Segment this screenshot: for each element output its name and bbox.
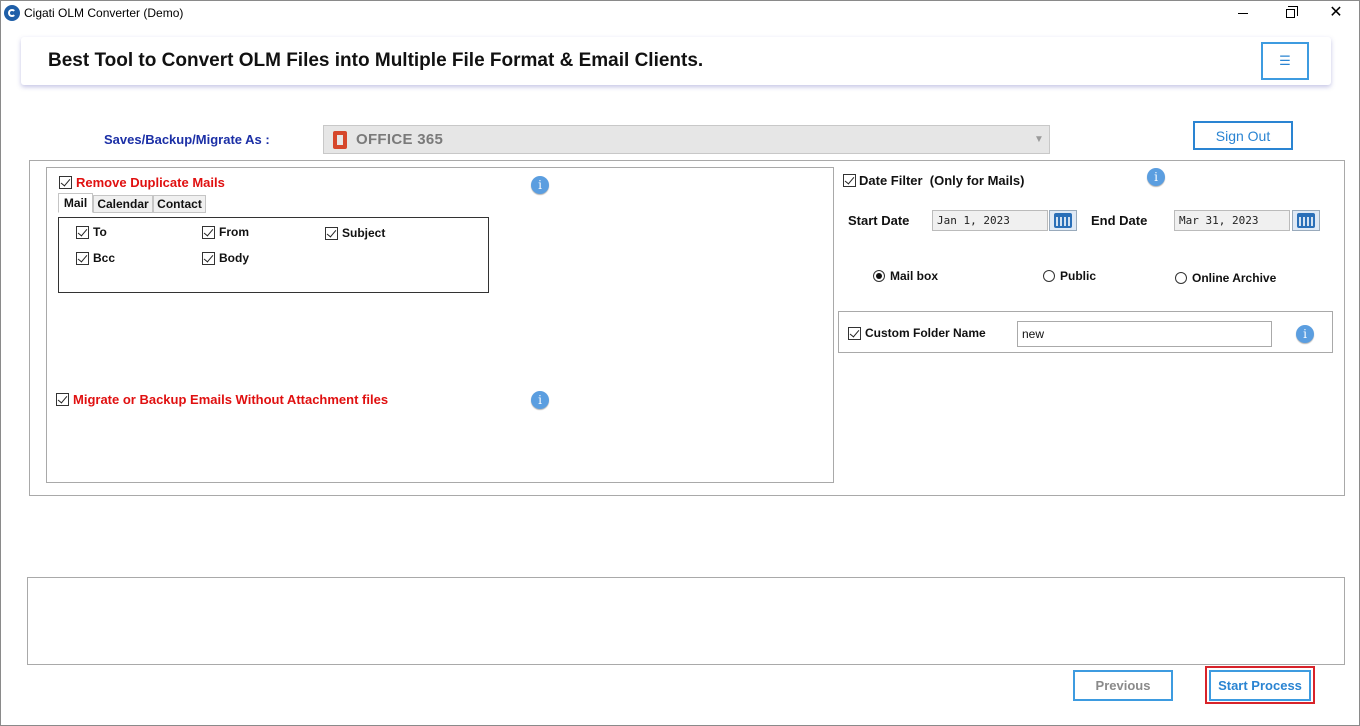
calendar-icon xyxy=(1054,213,1072,228)
field-to-label: To xyxy=(93,225,107,239)
end-date-input[interactable]: Mar 31, 2023 xyxy=(1174,210,1290,231)
app-logo-icon xyxy=(4,5,20,21)
hamburger-icon: ☰ xyxy=(1279,53,1291,68)
end-date-calendar-button[interactable] xyxy=(1292,210,1320,231)
maximize-button[interactable] xyxy=(1267,1,1313,25)
chevron-down-icon[interactable]: ▼ xyxy=(1030,127,1048,152)
mail-options-panel xyxy=(46,167,834,483)
close-button[interactable]: ✕ xyxy=(1313,1,1359,25)
field-body-label: Body xyxy=(219,251,249,265)
field-bcc-checkbox[interactable] xyxy=(76,251,89,265)
title-bar: Cigati OLM Converter (Demo) ✕ xyxy=(1,1,1359,25)
no-attachment-label: Migrate or Backup Emails Without Attachm… xyxy=(73,392,389,407)
save-as-value: OFFICE 365 xyxy=(356,131,444,148)
end-date-label: End Date xyxy=(1091,213,1148,228)
attachment-info-icon[interactable]: i xyxy=(531,391,549,409)
custom-folder-option[interactable]: Custom Folder Name xyxy=(848,326,986,340)
field-from-label: From xyxy=(219,225,249,239)
radio-mailbox-button[interactable] xyxy=(873,270,885,282)
date-filter-info-icon[interactable]: i xyxy=(1147,168,1165,186)
radio-public[interactable]: Public xyxy=(1043,269,1096,283)
remove-duplicate-option[interactable]: Remove Duplicate Mails xyxy=(59,175,225,190)
calendar-icon xyxy=(1297,213,1315,228)
no-attachment-option[interactable]: Migrate or Backup Emails Without Attachm… xyxy=(56,392,388,407)
close-icon: ✕ xyxy=(1329,4,1343,21)
date-filter-label: Date Filter (Only for Mails) xyxy=(859,173,1025,188)
field-from[interactable]: From xyxy=(202,225,249,239)
radio-mailbox-label: Mail box xyxy=(890,269,939,283)
minimize-icon xyxy=(1238,12,1248,14)
radio-public-button[interactable] xyxy=(1043,270,1055,282)
field-bcc-label: Bcc xyxy=(93,251,116,265)
field-body-checkbox[interactable] xyxy=(202,251,215,265)
duplicate-info-icon[interactable]: i xyxy=(531,176,549,194)
tab-calendar[interactable]: Calendar xyxy=(93,195,153,213)
radio-mailbox[interactable]: Mail box xyxy=(873,269,938,283)
banner-title: Best Tool to Convert OLM Files into Mult… xyxy=(48,50,704,71)
app-window: Cigati OLM Converter (Demo) ✕ Best Tool … xyxy=(0,0,1360,726)
remove-duplicate-label: Remove Duplicate Mails xyxy=(76,175,225,190)
date-filter-option[interactable]: Date Filter (Only for Mails) xyxy=(843,173,1024,188)
radio-online-archive-label: Online Archive xyxy=(1192,271,1277,285)
menu-button[interactable]: ☰ xyxy=(1261,42,1309,80)
start-date-calendar-button[interactable] xyxy=(1049,210,1077,231)
save-as-label: Saves/Backup/Migrate As : xyxy=(104,132,270,147)
radio-public-label: Public xyxy=(1060,269,1097,283)
restore-icon xyxy=(1285,5,1298,18)
radio-online-archive[interactable]: Online Archive xyxy=(1175,271,1276,285)
field-to[interactable]: To xyxy=(76,225,107,239)
custom-folder-info-icon[interactable]: i xyxy=(1296,325,1314,343)
start-process-button[interactable]: Start Process xyxy=(1209,670,1311,701)
field-body[interactable]: Body xyxy=(202,251,249,265)
date-filter-checkbox[interactable] xyxy=(843,174,856,187)
sign-out-button[interactable]: Sign Out xyxy=(1193,121,1293,150)
save-as-select[interactable]: OFFICE 365 ▼ xyxy=(323,125,1050,154)
minimize-button[interactable] xyxy=(1220,1,1266,25)
custom-folder-label: Custom Folder Name xyxy=(865,326,986,340)
tab-mail[interactable]: Mail xyxy=(58,193,93,213)
field-subject-label: Subject xyxy=(342,226,386,240)
field-bcc[interactable]: Bcc xyxy=(76,251,115,265)
field-subject[interactable]: Subject xyxy=(325,226,385,240)
radio-online-archive-button[interactable] xyxy=(1175,272,1187,284)
no-attachment-checkbox[interactable] xyxy=(56,393,69,406)
field-from-checkbox[interactable] xyxy=(202,225,215,239)
field-to-checkbox[interactable] xyxy=(76,225,89,239)
tab-contact[interactable]: Contact xyxy=(153,195,206,213)
window-title: Cigati OLM Converter (Demo) xyxy=(24,6,184,20)
custom-folder-checkbox[interactable] xyxy=(848,326,861,340)
office-365-icon xyxy=(333,130,347,149)
custom-folder-input[interactable]: new xyxy=(1017,321,1272,347)
remove-duplicate-checkbox[interactable] xyxy=(59,176,72,189)
previous-button[interactable]: Previous xyxy=(1073,670,1173,701)
start-date-input[interactable]: Jan 1, 2023 xyxy=(932,210,1048,231)
log-output-area[interactable] xyxy=(27,577,1345,665)
start-date-label: Start Date xyxy=(848,213,910,228)
duplicate-fields-panel xyxy=(58,217,489,293)
field-subject-checkbox[interactable] xyxy=(325,226,338,240)
header-banner: Best Tool to Convert OLM Files into Mult… xyxy=(21,37,1331,85)
